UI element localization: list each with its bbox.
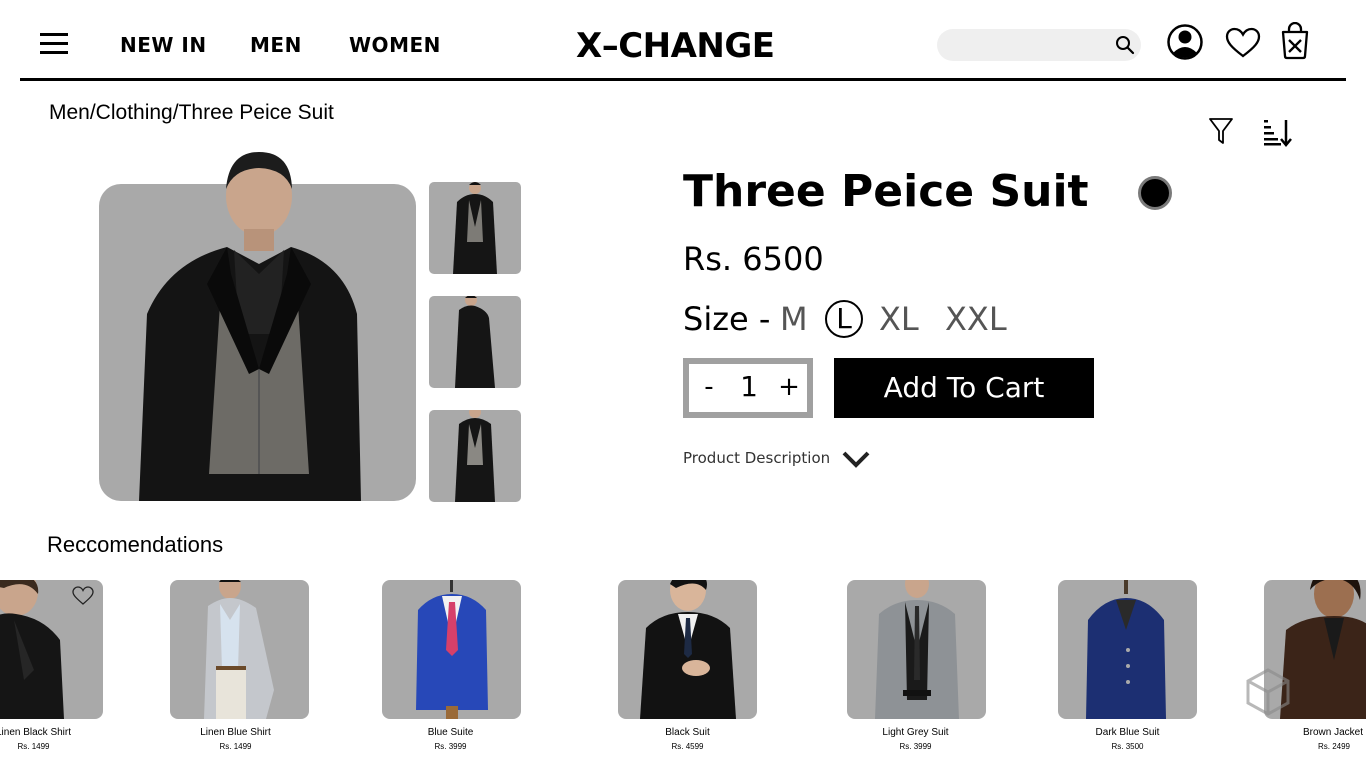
recommendation-name[interactable]: Linen Black Shirt (0, 727, 103, 738)
size-option-xxl[interactable]: XXL (945, 300, 1007, 338)
recommendation-price: Rs. 3999 (434, 742, 467, 751)
brand-logo[interactable]: X–CHANGE (576, 26, 775, 66)
recommendation-price: Rs. 1499 (219, 742, 252, 751)
recommendation-price: Rs. 3999 (899, 742, 932, 751)
recommendation-name[interactable]: Black Suit (618, 727, 757, 738)
product-thumbnail-1[interactable] (429, 182, 521, 274)
sort-icon[interactable] (1262, 117, 1292, 147)
cube-watermark-icon (1246, 668, 1290, 716)
recommendation-price: Rs. 1499 (17, 742, 50, 751)
recommendation-card[interactable] (618, 580, 757, 719)
recommendation-name[interactable]: Linen Blue Shirt (166, 727, 305, 738)
recommendation-name[interactable]: Dark Blue Suit (1058, 727, 1197, 738)
recommendation-card[interactable] (847, 580, 986, 719)
quantity-value[interactable]: 1 (735, 370, 763, 403)
recommendation-price: Rs. 2499 (1317, 742, 1350, 751)
product-main-image[interactable] (99, 152, 416, 501)
nav-women[interactable]: WOMEN (349, 33, 441, 57)
nav-men[interactable]: MEN (250, 33, 302, 57)
recommendation-name[interactable]: Light Grey Suit (846, 727, 985, 738)
product-thumbnail-2[interactable] (429, 296, 521, 388)
heart-icon[interactable] (1225, 27, 1261, 59)
quantity-increase-button[interactable]: + (777, 372, 801, 402)
recommendation-name[interactable]: Brown Jacket (1262, 727, 1366, 738)
header-divider (20, 78, 1346, 81)
recommendation-card[interactable] (382, 580, 521, 719)
size-option-xl[interactable]: XL (879, 300, 919, 338)
size-option-m[interactable]: M (780, 300, 808, 338)
shopping-bag-icon[interactable] (1280, 22, 1310, 60)
recommendations-title: Reccomendations (47, 532, 224, 557)
quantity-stepper: - 1 + (683, 358, 813, 418)
recommendation-price: Rs. 3500 (1111, 742, 1144, 751)
product-price: Rs. 6500 (683, 240, 824, 278)
user-icon[interactable] (1166, 22, 1204, 62)
chevron-down-icon[interactable] (842, 449, 870, 469)
recommendation-card[interactable] (1058, 580, 1197, 719)
add-to-cart-button[interactable]: Add To Cart (834, 358, 1094, 418)
filter-icon[interactable] (1208, 116, 1234, 146)
quantity-decrease-button[interactable]: - (697, 372, 721, 402)
heart-icon[interactable] (72, 586, 94, 606)
size-label: Size - (683, 300, 771, 338)
search-icon[interactable] (1114, 34, 1136, 56)
color-swatch-black[interactable] (1138, 176, 1172, 210)
recommendation-card[interactable] (170, 580, 309, 719)
product-title: Three Peice Suit (683, 166, 1089, 217)
product-description-toggle[interactable]: Product Description (683, 449, 830, 467)
search-input[interactable] (937, 29, 1141, 61)
breadcrumb[interactable]: Men/Clothing/Three Peice Suit (49, 101, 334, 125)
nav-new-in[interactable]: NEW IN (120, 33, 207, 57)
recommendation-name[interactable]: Blue Suite (381, 727, 520, 738)
hamburger-menu-icon[interactable] (40, 33, 68, 55)
recommendation-price: Rs. 4599 (671, 742, 704, 751)
size-option-l-selected[interactable]: L (825, 300, 863, 338)
site-header: NEW IN MEN WOMEN X–CHANGE (0, 0, 1366, 82)
product-thumbnail-3[interactable] (429, 410, 521, 502)
